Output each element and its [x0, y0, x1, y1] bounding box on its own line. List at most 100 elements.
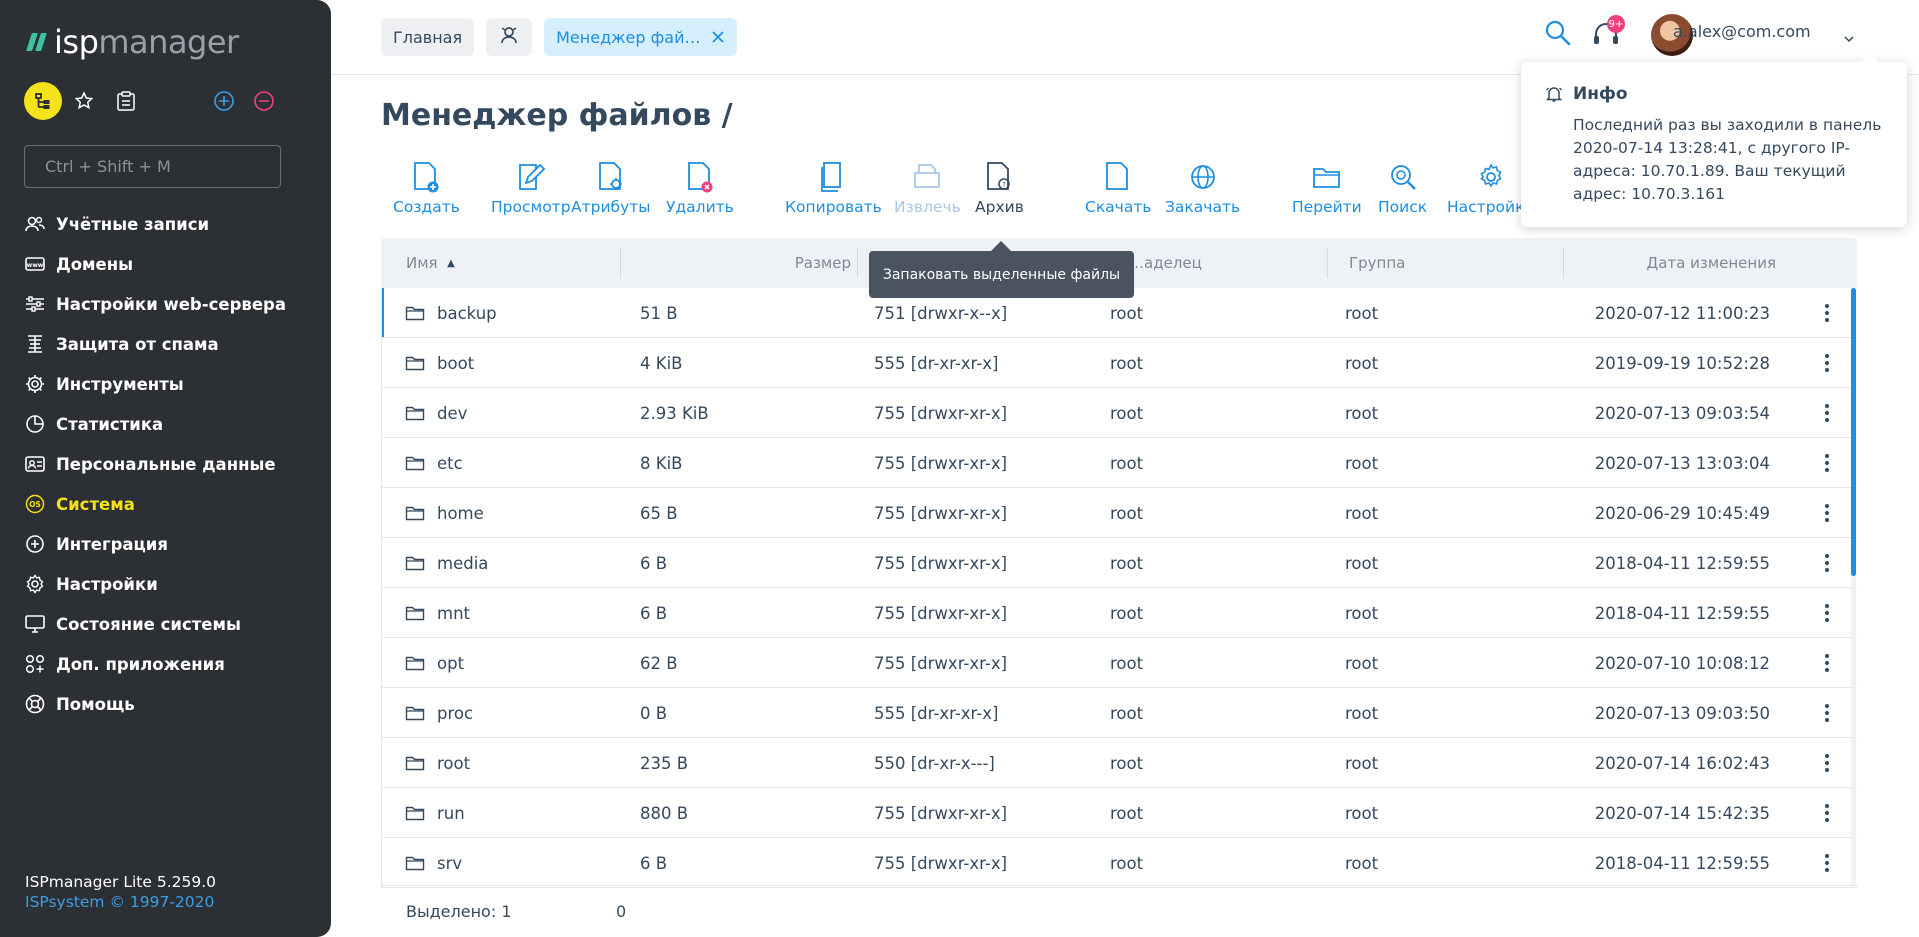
search-icon[interactable] — [1543, 18, 1577, 52]
sidebar-item-statistics[interactable]: Статистика — [22, 404, 322, 444]
file-name: run — [437, 803, 465, 823]
table-body: backup 51 B 751 [drwxr-x--x] root root 2020-0… — [381, 288, 1857, 888]
extract-button[interactable]: Извлечь — [894, 160, 961, 216]
tab-file-manager[interactable]: Менеджер фай… — [544, 18, 737, 56]
column-divider[interactable] — [1327, 248, 1328, 278]
table-row[interactable]: proc 0 B 555 [dr-xr-xr-x] root root 2020-07-1… — [381, 688, 1857, 738]
table-row[interactable]: etc 8 KiB 755 [drwxr-xr-x] root root 2020-07-… — [381, 438, 1857, 488]
star-icon[interactable] — [70, 82, 98, 120]
cell-group: root — [1345, 853, 1379, 873]
cell-name[interactable]: dev — [405, 388, 467, 438]
user-name[interactable]: a.alex@com.com — [1673, 22, 1811, 41]
goto-button[interactable]: Перейти — [1292, 160, 1362, 216]
row-menu-icon[interactable] — [1817, 838, 1837, 888]
table-row[interactable]: run 880 B 755 [drwxr-xr-x] root root 2020-07-… — [381, 788, 1857, 838]
copy-button[interactable]: Копировать — [785, 160, 882, 216]
info-popup: Инфо Последний раз вы заходили в панель … — [1521, 53, 1907, 227]
search-button[interactable]: Поиск — [1378, 160, 1427, 216]
apps-icon — [22, 653, 48, 675]
sidebar-item-personal-data[interactable]: Персональные данные — [22, 444, 322, 484]
create-button[interactable]: Создать — [393, 160, 460, 216]
row-menu-icon[interactable] — [1817, 738, 1837, 788]
column-group[interactable]: Группа — [1349, 238, 1405, 288]
plus-circle-icon[interactable] — [210, 82, 238, 120]
table-row[interactable]: dev 2.93 KiB 755 [drwxr-xr-x] root root 2020-… — [381, 388, 1857, 438]
row-menu-icon[interactable] — [1817, 488, 1837, 538]
copyright-link[interactable]: ISPsystem © 1997-2020 — [25, 893, 214, 911]
column-divider[interactable] — [857, 248, 858, 278]
chevron-down-icon[interactable] — [1844, 28, 1854, 47]
archive-button[interactable]: ? Архив — [975, 160, 1024, 216]
row-menu-icon[interactable] — [1817, 638, 1837, 688]
cell-name[interactable]: run — [405, 788, 465, 838]
cell-permissions: 555 [dr-xr-xr-x] — [874, 703, 999, 723]
row-menu-icon[interactable] — [1817, 438, 1837, 488]
cell-name[interactable]: boot — [405, 338, 474, 388]
file-name: backup — [437, 303, 497, 323]
file-name: srv — [437, 853, 463, 873]
scrollbar-thumb[interactable] — [1851, 288, 1856, 576]
sidebar-item-settings[interactable]: Настройки — [22, 564, 322, 604]
cell-name[interactable]: home — [405, 488, 484, 538]
download-button[interactable]: Скачать — [1085, 160, 1152, 216]
upload-button[interactable]: Закачать — [1165, 160, 1240, 216]
tab-users-shortcut[interactable] — [486, 18, 533, 56]
clipboard-icon[interactable] — [110, 82, 142, 120]
sidebar-item-spam-protection[interactable]: Защита от спама — [22, 324, 322, 364]
sidebar-search-input[interactable] — [24, 145, 281, 188]
tree-view-icon[interactable] — [24, 82, 62, 120]
row-menu-icon[interactable] — [1817, 788, 1837, 838]
close-icon[interactable] — [711, 30, 725, 44]
cell-name[interactable]: media — [405, 538, 488, 588]
view-button[interactable]: Просмотр — [491, 160, 571, 216]
table-row[interactable]: boot 4 KiB 555 [dr-xr-xr-x] root root 2019-09… — [381, 338, 1857, 388]
table-row[interactable]: root 235 B 550 [dr-xr-x---] root root 2020-07… — [381, 738, 1857, 788]
sidebar-item-system[interactable]: OS Система — [22, 484, 322, 524]
row-menu-icon[interactable] — [1817, 388, 1837, 438]
delete-button[interactable]: Удалить — [666, 160, 734, 216]
row-menu-icon[interactable] — [1817, 288, 1837, 338]
row-menu-icon[interactable] — [1817, 538, 1837, 588]
sidebar-item-accounts[interactable]: Учётные записи — [22, 204, 322, 244]
table-row[interactable]: opt 62 B 755 [drwxr-xr-x] root root 2020-07-1… — [381, 638, 1857, 688]
row-menu-icon[interactable] — [1817, 338, 1837, 388]
sidebar-item-extra-apps[interactable]: Доп. приложения — [22, 644, 322, 684]
cell-name[interactable]: srv — [405, 838, 462, 888]
cell-name[interactable]: backup — [405, 288, 497, 338]
minus-circle-icon[interactable] — [250, 82, 278, 120]
table-row[interactable]: home 65 B 755 [drwxr-xr-x] root root 2020-06-… — [381, 488, 1857, 538]
table-row[interactable]: srv 6 B 755 [drwxr-xr-x] root root 2018-04-11… — [381, 838, 1857, 888]
sidebar-item-help[interactable]: Помощь — [22, 684, 322, 724]
cell-name[interactable]: proc — [405, 688, 473, 738]
sidebar-item-integration[interactable]: Интеграция — [22, 524, 322, 564]
cell-name[interactable]: opt — [405, 638, 464, 688]
cell-name[interactable]: etc — [405, 438, 463, 488]
cell-group: root — [1345, 603, 1379, 623]
gear-icon — [22, 373, 48, 395]
sidebar-item-domains[interactable]: www Домены — [22, 244, 322, 284]
quick-toolbar — [24, 82, 284, 120]
column-size[interactable]: Размер — [795, 238, 851, 288]
attributes-button[interactable]: Атрибуты — [571, 160, 651, 216]
sidebar-item-system-state[interactable]: Состояние системы — [22, 604, 322, 644]
logo[interactable]: ispmanager — [26, 23, 239, 61]
sidebar-item-label: Настройки web-сервера — [56, 294, 286, 314]
row-menu-icon[interactable] — [1817, 588, 1837, 638]
sidebar-item-web-server[interactable]: Настройки web-сервера — [22, 284, 322, 324]
cell-size: 65 B — [640, 503, 678, 523]
table-row[interactable]: media 6 B 755 [drwxr-xr-x] root root 2018-04-… — [381, 538, 1857, 588]
cell-size: 51 B — [640, 303, 678, 323]
table-row[interactable]: mnt 6 B 755 [drwxr-xr-x] root root 2018-04-11… — [381, 588, 1857, 638]
sidebar-item-tools[interactable]: Инструменты — [22, 364, 322, 404]
column-owner[interactable]: …аделец — [1129, 238, 1202, 288]
column-date[interactable]: Дата изменения — [1601, 238, 1777, 288]
column-divider[interactable] — [1563, 248, 1564, 278]
tab-home[interactable]: Главная — [381, 18, 475, 56]
file-name: home — [437, 503, 484, 523]
cell-owner: root — [1110, 653, 1144, 673]
column-name[interactable]: Имя ▲ — [406, 238, 455, 288]
cell-name[interactable]: root — [405, 738, 470, 788]
row-menu-icon[interactable] — [1817, 688, 1837, 738]
column-divider[interactable] — [620, 248, 621, 278]
cell-name[interactable]: mnt — [405, 588, 470, 638]
